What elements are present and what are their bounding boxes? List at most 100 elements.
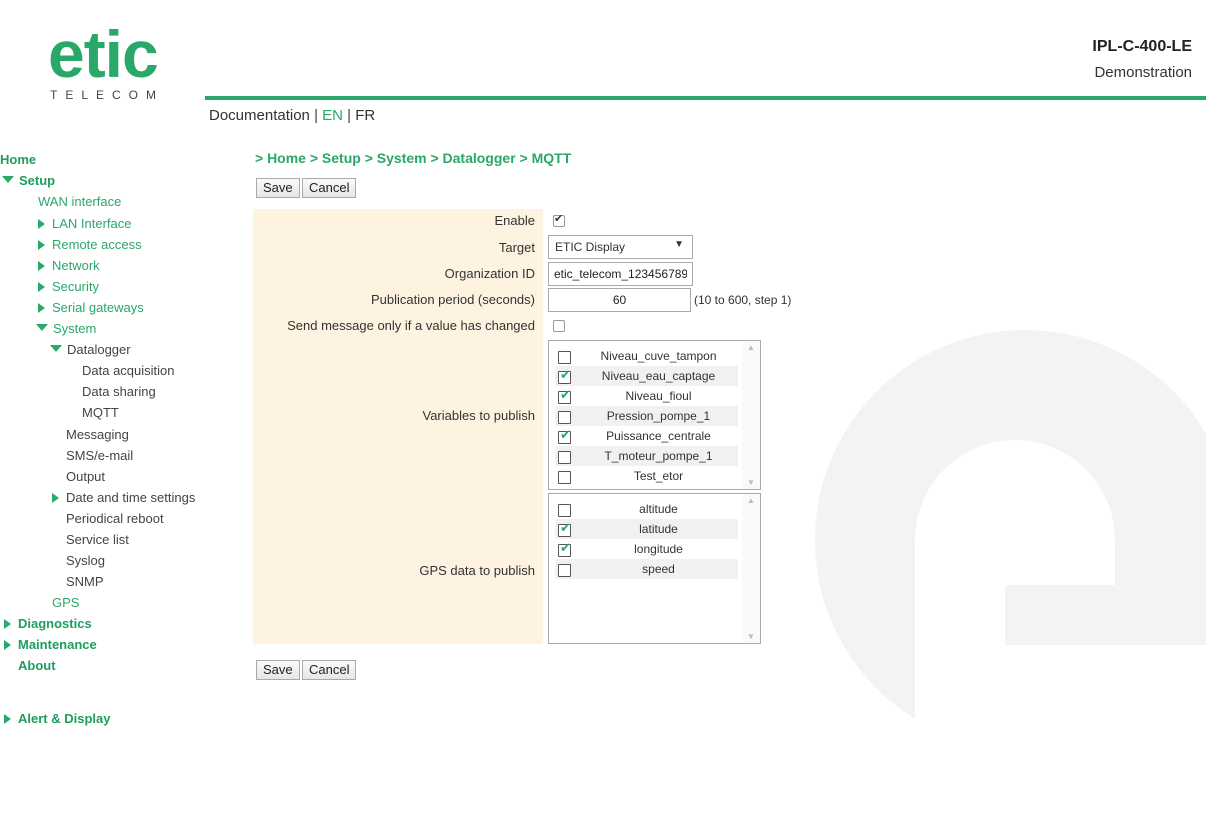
item-label: Niveau_fioul — [625, 389, 692, 403]
sidebar-item-maintenance[interactable]: Maintenance — [4, 637, 97, 653]
list-item[interactable]: speed — [555, 559, 738, 579]
caret-right-icon — [4, 640, 11, 650]
sidebar-item-snmp[interactable]: SNMP — [66, 574, 104, 590]
item-checkbox[interactable] — [558, 471, 571, 484]
caret-right-icon — [4, 619, 11, 629]
item-checkbox[interactable] — [558, 387, 571, 404]
organization-id-label: Organization ID — [444, 266, 535, 281]
sidebar-item-data-sharing[interactable]: Data sharing — [82, 384, 156, 400]
device-model: IPL-C-400-LE — [1092, 38, 1192, 55]
sidebar-item-about[interactable]: About — [18, 658, 56, 674]
item-checkbox[interactable] — [558, 351, 571, 364]
caret-down-icon — [36, 324, 48, 331]
item-checkbox[interactable] — [558, 540, 571, 557]
sidebar-item-messaging[interactable]: Messaging — [66, 427, 129, 443]
sidebar-item-wan[interactable]: WAN interface — [38, 194, 121, 210]
list-item[interactable]: Niveau_cuve_tampon — [555, 346, 738, 366]
list-item[interactable]: Puissance_centrale — [555, 426, 738, 446]
changed-only-label: Send message only if a value has changed — [287, 318, 535, 333]
sidebar-item-datalogger[interactable]: Datalogger — [50, 342, 131, 358]
list-item[interactable]: longitude — [555, 539, 738, 559]
sidebar-item-network[interactable]: Network — [38, 258, 100, 274]
caret-right-icon — [52, 493, 59, 503]
gps-data-label: GPS data to publish — [419, 563, 535, 578]
list-item[interactable]: Niveau_fioul — [555, 386, 738, 406]
sidebar-item-setup[interactable]: Setup — [2, 173, 55, 189]
organization-id-input[interactable] — [548, 262, 693, 286]
gps-data-listbox[interactable]: ▲▼ altitude latitude longitude speed — [548, 493, 761, 644]
header-divider — [205, 96, 1206, 100]
list-item[interactable]: Niveau_eau_captage — [555, 366, 738, 386]
etic-telecom-logo[interactable]: etic TELECOM — [48, 17, 188, 112]
sidebar-item-security[interactable]: Security — [38, 279, 99, 295]
gps-scrollbar[interactable]: ▲ ▼ — [742, 494, 760, 643]
sidebar-item-sms-email[interactable]: SMS/e-mail — [66, 448, 133, 464]
sidebar-item-gps[interactable]: GPS — [52, 595, 79, 611]
caret-right-icon — [38, 303, 45, 313]
item-label: latitude — [639, 522, 678, 536]
scroll-up-icon: ▲ — [747, 496, 755, 505]
item-checkbox[interactable] — [558, 427, 571, 444]
lang-en-link[interactable]: EN — [322, 107, 343, 124]
caret-right-icon — [38, 282, 45, 292]
list-item[interactable]: Test_etor — [555, 466, 738, 486]
sidebar-item-diagnostics[interactable]: Diagnostics — [4, 616, 92, 632]
scroll-down-icon: ▼ — [747, 478, 755, 487]
item-checkbox[interactable] — [558, 564, 571, 577]
caret-down-icon — [50, 345, 62, 352]
caret-right-icon — [4, 714, 11, 724]
caret-right-icon — [38, 219, 45, 229]
documentation-link[interactable]: Documentation — [209, 107, 310, 124]
documentation-links: Documentation | EN | FR — [209, 107, 376, 124]
changed-only-checkbox[interactable] — [553, 320, 565, 332]
cancel-button-top[interactable]: Cancel — [302, 178, 357, 198]
item-label: Niveau_cuve_tampon — [600, 349, 717, 363]
item-checkbox[interactable] — [558, 504, 571, 517]
sidebar-item-remote-access[interactable]: Remote access — [38, 237, 142, 253]
item-checkbox[interactable] — [558, 520, 571, 537]
sidebar-item-alert-display[interactable]: Alert & Display — [4, 711, 110, 727]
caret-right-icon — [38, 261, 45, 271]
save-button-top[interactable]: Save — [256, 178, 300, 198]
sidebar-item-data-acquisition[interactable]: Data acquisition — [82, 363, 175, 379]
item-checkbox[interactable] — [558, 367, 571, 384]
caret-down-icon — [2, 176, 14, 183]
background-watermark-logo — [815, 330, 1206, 830]
sidebar-item-service-list[interactable]: Service list — [66, 532, 129, 548]
list-item[interactable]: T_moteur_pompe_1 — [555, 446, 738, 466]
item-label: T_moteur_pompe_1 — [604, 449, 713, 463]
list-item[interactable]: latitude — [555, 519, 738, 539]
cancel-button-bottom[interactable]: Cancel — [302, 660, 357, 680]
sidebar-item-syslog[interactable]: Syslog — [66, 553, 105, 569]
sidebar-item-date-time[interactable]: Date and time settings — [52, 490, 195, 506]
item-checkbox[interactable] — [558, 411, 571, 424]
item-label: altitude — [639, 502, 678, 516]
sidebar-item-serial-gateways[interactable]: Serial gateways — [38, 300, 144, 316]
sidebar-item-mqtt[interactable]: MQTT — [82, 405, 119, 421]
publication-period-label: Publication period (seconds) — [370, 292, 535, 307]
sidebar-item-home[interactable]: Home — [0, 152, 36, 168]
lang-fr-link[interactable]: FR — [355, 107, 375, 124]
device-mode: Demonstration — [1094, 64, 1192, 81]
publication-period-input[interactable] — [548, 288, 691, 312]
sidebar-item-periodical-reboot[interactable]: Periodical reboot — [66, 511, 164, 527]
caret-right-icon — [38, 240, 45, 250]
save-button-bottom[interactable]: Save — [256, 660, 300, 680]
sidebar-item-lan[interactable]: LAN Interface — [38, 216, 132, 232]
target-select[interactable]: ETIC Display ▼ — [548, 235, 693, 259]
item-label: speed — [642, 562, 675, 576]
list-item[interactable]: altitude — [555, 499, 738, 519]
list-item[interactable]: Pression_pompe_1 — [555, 406, 738, 426]
item-label: Test_etor — [633, 469, 684, 483]
breadcrumb: > Home > Setup > System > Datalogger > M… — [255, 150, 572, 166]
item-label: Niveau_eau_captage — [601, 369, 716, 383]
item-checkbox[interactable] — [558, 451, 571, 464]
variables-label: Variables to publish — [422, 408, 536, 423]
sidebar-item-output[interactable]: Output — [66, 469, 105, 485]
target-label: Target — [498, 240, 535, 255]
variables-scrollbar[interactable]: ▲ ▼ — [742, 341, 760, 489]
variables-listbox[interactable]: ▲▼ Niveau_cuve_tampon Niveau_eau_captage N… — [548, 340, 761, 490]
sidebar-item-system[interactable]: System — [36, 321, 96, 337]
item-label: Pression_pompe_1 — [606, 409, 711, 423]
enable-checkbox[interactable] — [553, 212, 565, 227]
